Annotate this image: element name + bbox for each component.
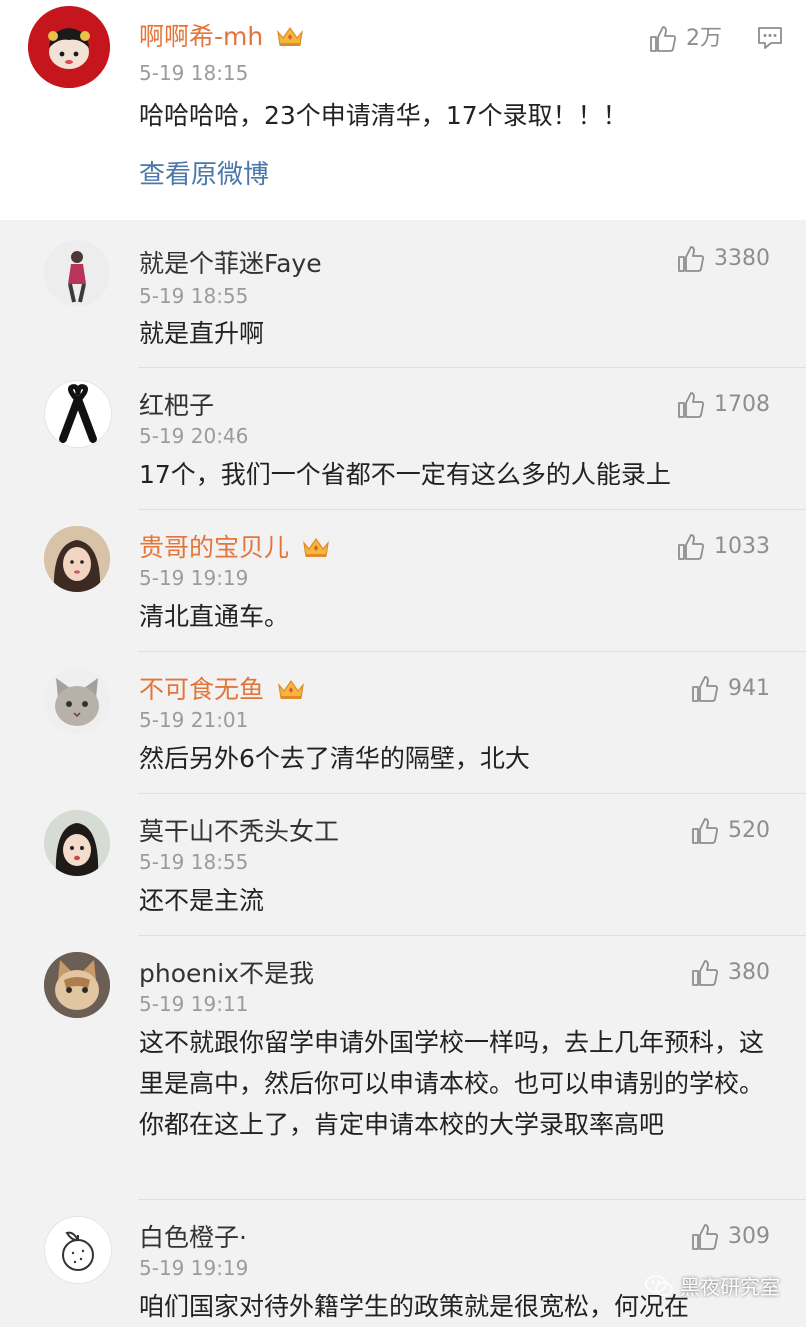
avatar[interactable] [44, 1216, 112, 1284]
username[interactable]: 啊啊希-mh [139, 24, 305, 49]
comment-item: 红杷子 5-19 20:46 17个，我们一个省都不一定有这么多的人能录上 17… [0, 368, 806, 510]
thumbs-up-icon [692, 818, 718, 844]
thumbs-up-icon [692, 676, 718, 702]
like-button[interactable]: 941 [690, 674, 770, 704]
like-button[interactable]: 3380 [676, 244, 770, 274]
comment-text: 然后另外6个去了清华的隔壁，北大 [139, 744, 530, 773]
wechat-logo-icon [645, 1274, 673, 1296]
comment-icon[interactable] [756, 24, 784, 52]
comment-text: 还不是主流 [139, 886, 265, 915]
thumbs-up-icon [692, 960, 718, 986]
like-count: 1708 [714, 392, 770, 417]
like-button[interactable]: 380 [690, 958, 770, 988]
original-post: 啊啊希-mh 5-19 18:15 2万 哈哈哈哈，23个申请清华，17个录取！… [0, 0, 806, 220]
like-count: 3380 [714, 246, 770, 271]
avatar[interactable] [44, 240, 110, 306]
comment-item: 就是个菲迷Faye 5-19 18:55 就是直升啊 3380 [0, 222, 806, 368]
comment-item: 不可食无鱼 5-19 21:01 然后另外6个去了清华的隔壁，北大 941 [0, 652, 806, 794]
like-button[interactable]: 309 [690, 1222, 770, 1252]
like-count: 309 [728, 1224, 770, 1249]
username[interactable]: 贵哥的宝贝儿 [139, 535, 331, 560]
comment-text: 这不就跟你留学申请外国学校一样吗，去上几年预科，这里是高中，然后你可以申请本校。… [139, 1028, 765, 1139]
timestamp: 5-19 18:55 [139, 850, 249, 874]
like-button[interactable]: 520 [690, 816, 770, 846]
avatar[interactable] [44, 668, 110, 734]
username[interactable]: phoenix不是我 [139, 961, 314, 986]
thumbs-up-icon [650, 26, 676, 52]
timestamp: 5-19 18:55 [139, 284, 249, 308]
like-count: 2万 [686, 26, 722, 51]
comment-text: 清北直通车。 [139, 602, 290, 631]
timestamp: 5-19 18:15 [139, 61, 249, 85]
thumbs-up-icon [678, 246, 704, 272]
avatar[interactable] [44, 810, 110, 876]
like-count: 941 [728, 676, 770, 701]
avatar[interactable] [44, 952, 110, 1018]
timestamp: 5-19 19:19 [139, 566, 249, 590]
post-text: 哈哈哈哈，23个申请清华，17个录取！！！ [139, 101, 628, 130]
comment-item: 白色橙子· 5-19 19:19 咱们国家对待外籍学生的政策就是很宽松，何况在 … [0, 1200, 806, 1324]
like-button[interactable]: 1033 [676, 532, 770, 562]
timestamp: 5-19 21:01 [139, 708, 249, 732]
avatar[interactable] [28, 6, 110, 88]
timestamp: 5-19 19:19 [139, 1256, 249, 1280]
like-count: 520 [728, 818, 770, 843]
avatar[interactable] [44, 380, 112, 448]
watermark: 黑夜研究室 [644, 1271, 780, 1300]
username[interactable]: 白色橙子· [139, 1225, 247, 1250]
comment-text: 17个，我们一个省都不一定有这么多的人能录上 [139, 460, 671, 489]
like-count: 380 [728, 960, 770, 985]
username[interactable]: 莫干山不秃头女工 [139, 819, 339, 844]
comment-item: 莫干山不秃头女工 5-19 18:55 还不是主流 520 [0, 794, 806, 936]
vip-crown-icon [303, 537, 329, 557]
vip-crown-icon [277, 26, 304, 46]
comment-item: 贵哥的宝贝儿 5-19 19:19 清北直通车。 1033 [0, 510, 806, 652]
comment-item: phoenix不是我 5-19 19:11 这不就跟你留学申请外国学校一样吗，去… [0, 936, 806, 1200]
username[interactable]: 就是个菲迷Faye [139, 251, 322, 276]
vip-crown-icon [278, 679, 304, 699]
username[interactable]: 红杷子 [139, 393, 214, 418]
like-button[interactable]: 1708 [676, 390, 770, 420]
comment-text: 就是直升啊 [139, 319, 265, 348]
like-button[interactable]: 2万 [648, 24, 722, 54]
thumbs-up-icon [692, 1224, 718, 1250]
view-original-link[interactable]: 查看原微博 [139, 162, 269, 188]
username[interactable]: 不可食无鱼 [139, 677, 306, 702]
thumbs-up-icon [678, 392, 704, 418]
thumbs-up-icon [678, 534, 704, 560]
avatar[interactable] [44, 526, 110, 592]
timestamp: 5-19 20:46 [139, 424, 249, 448]
timestamp: 5-19 19:11 [139, 992, 249, 1016]
like-count: 1033 [714, 534, 770, 559]
